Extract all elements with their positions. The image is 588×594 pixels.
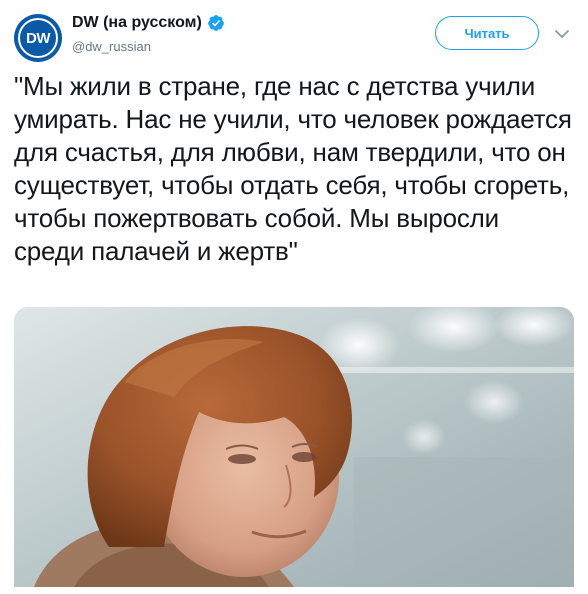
author-handle[interactable]: @dw_russian <box>72 39 151 54</box>
tweet-photo[interactable] <box>14 307 574 587</box>
display-name[interactable]: DW (на русском) <box>72 14 202 32</box>
author-name-row[interactable]: DW (на русском) <box>72 14 225 32</box>
verified-badge-icon <box>207 15 224 31</box>
avatar-text: DW <box>26 29 51 47</box>
tweet-card: DW DW (на русском) @dw_russian Читать "М… <box>0 0 588 594</box>
avatar[interactable]: DW <box>14 14 62 62</box>
photo-image <box>14 307 574 587</box>
chevron-down-icon[interactable] <box>552 24 572 44</box>
tweet-text: "Мы жили в стране, где нас с детства учи… <box>14 71 572 266</box>
follow-button[interactable]: Читать <box>435 16 539 50</box>
avatar-logo: DW <box>18 18 58 58</box>
